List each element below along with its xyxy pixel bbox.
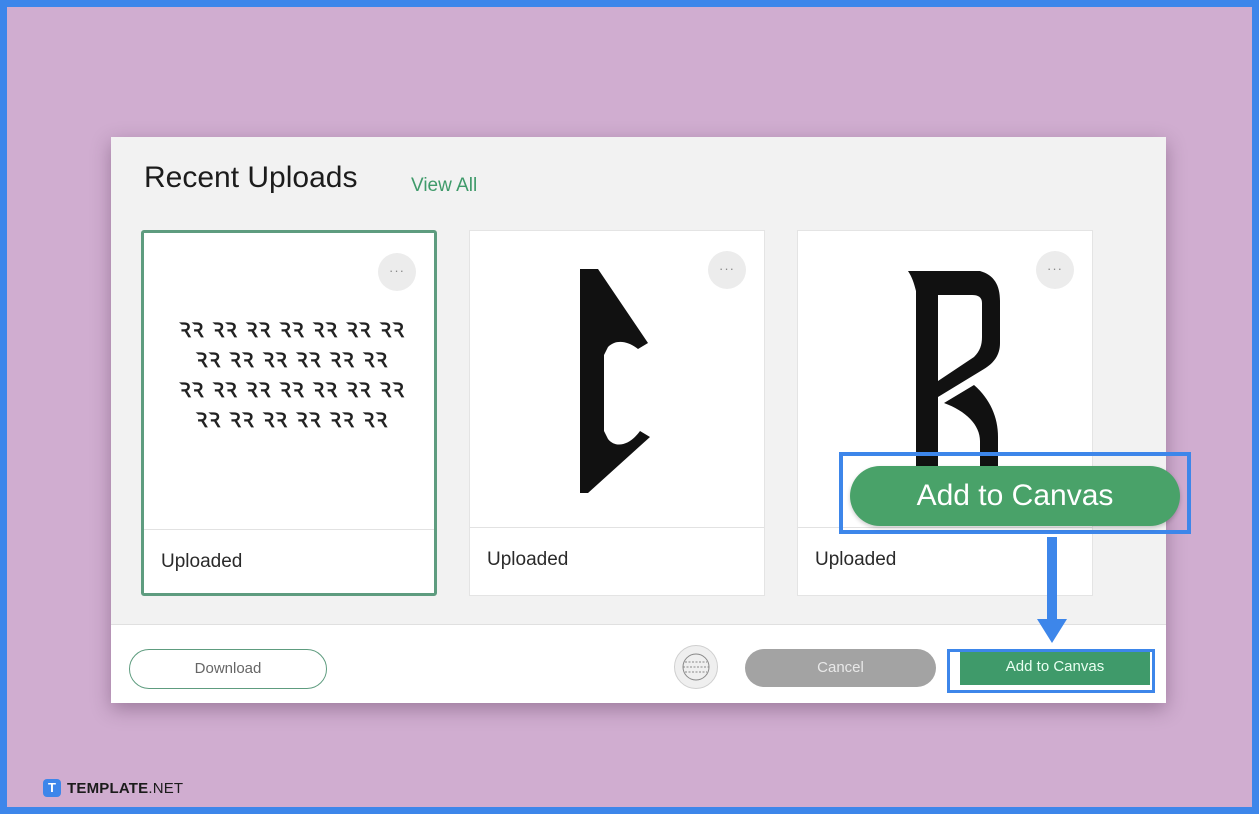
highlight-box-small [947, 649, 1155, 693]
monogram-row: ꝚꝚ ꝚꝚ ꝚꝚ ꝚꝚ ꝚꝚ ꝚꝚ [195, 408, 389, 432]
screenshot-frame: Recent Uploads View All ꝚꝚ ꝚꝚ ꝚꝚ ꝚꝚ ꝚꝚ Ꝛ… [0, 0, 1259, 814]
card-label: Uploaded [487, 549, 569, 570]
brand-domain: .NET [148, 779, 184, 797]
add-to-canvas-callout-button[interactable]: Add to Canvas [850, 466, 1180, 526]
recent-uploads-panel: Recent Uploads View All ꝚꝚ ꝚꝚ ꝚꝚ ꝚꝚ ꝚꝚ Ꝛ… [111, 137, 1166, 703]
brand-name: TEMPLATE [67, 779, 149, 797]
panel-title: Recent Uploads [144, 161, 358, 194]
card-divider [144, 529, 434, 530]
monogram-row: ꝚꝚ ꝚꝚ ꝚꝚ ꝚꝚ ꝚꝚ ꝚꝚ ꝚꝚ [179, 318, 405, 342]
upload-card-letter-c[interactable]: ··· Uploaded [469, 230, 765, 596]
brand-watermark: T TEMPLATE.NET [43, 777, 183, 799]
cancel-button[interactable]: Cancel [745, 649, 936, 687]
monogram-row: ꝚꝚ ꝚꝚ ꝚꝚ ꝚꝚ ꝚꝚ ꝚꝚ ꝚꝚ [179, 378, 405, 402]
more-options-button[interactable]: ··· [1036, 251, 1074, 289]
card-label: Uploaded [161, 551, 243, 572]
arrow-down-icon [1037, 537, 1067, 643]
globe-icon[interactable] [674, 645, 718, 689]
card-label: Uploaded [815, 549, 897, 570]
monogram-pattern: ꝚꝚ ꝚꝚ ꝚꝚ ꝚꝚ ꝚꝚ ꝚꝚ ꝚꝚ ꝚꝚ ꝚꝚ ꝚꝚ ꝚꝚ ꝚꝚ ꝚꝚ Ꝛ… [174, 315, 410, 435]
more-options-button[interactable]: ··· [378, 253, 416, 291]
monogram-row: ꝚꝚ ꝚꝚ ꝚꝚ ꝚꝚ ꝚꝚ ꝚꝚ [195, 348, 389, 372]
upload-card-monogram[interactable]: ꝚꝚ ꝚꝚ ꝚꝚ ꝚꝚ ꝚꝚ ꝚꝚ ꝚꝚ ꝚꝚ ꝚꝚ ꝚꝚ ꝚꝚ ꝚꝚ ꝚꝚ Ꝛ… [141, 230, 437, 596]
brand-logo-icon: T [43, 779, 61, 797]
download-button[interactable]: Download [129, 649, 327, 689]
card-divider [470, 527, 764, 528]
more-options-button[interactable]: ··· [708, 251, 746, 289]
view-all-link[interactable]: View All [411, 175, 477, 197]
